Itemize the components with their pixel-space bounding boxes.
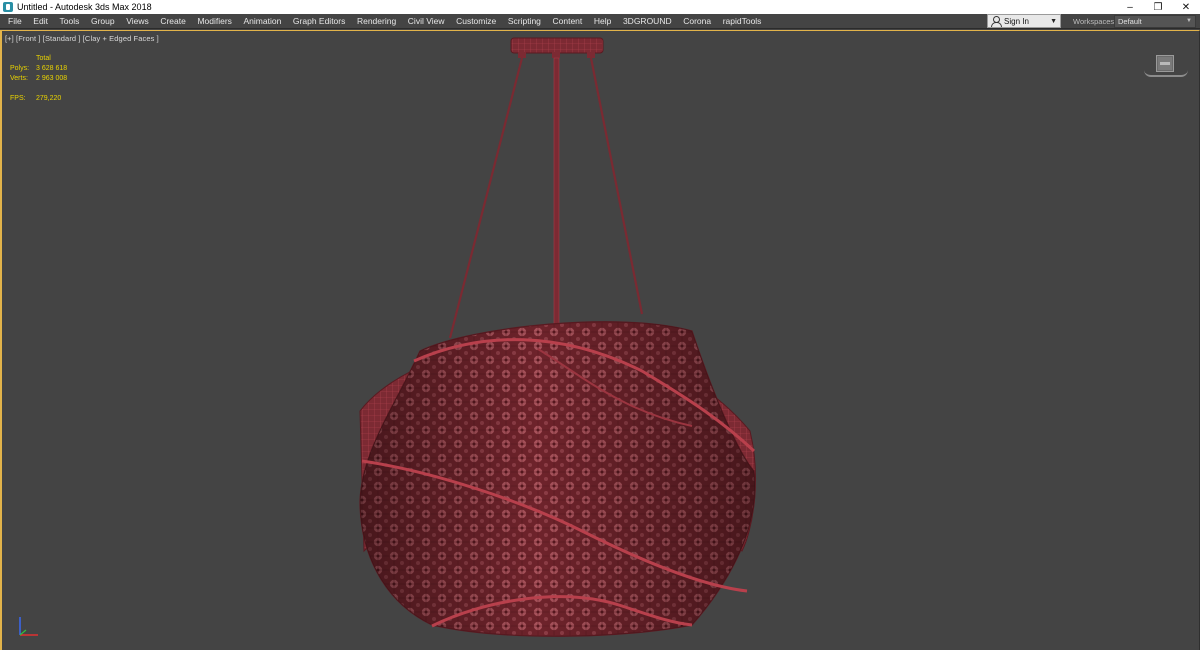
menu-bar: File Edit Tools Group Views Create Modifiers An… xyxy=(0,14,1200,29)
canopy-hook-left[interactable] xyxy=(518,52,526,58)
menu-item-edit[interactable]: Edit xyxy=(28,14,54,29)
axis-tripod-icon xyxy=(19,617,38,636)
menu-item-graph-editors[interactable]: Graph Editors xyxy=(287,14,351,29)
chevron-down-icon: ▼ xyxy=(1050,17,1057,25)
menu-item-create[interactable]: Create xyxy=(155,14,192,29)
user-icon xyxy=(990,15,1002,27)
menu-item-civil-view[interactable]: Civil View xyxy=(402,14,450,29)
menu-item-modifiers[interactable]: Modifiers xyxy=(192,14,238,29)
menu-item-help[interactable]: Help xyxy=(588,14,617,29)
workspaces-value: Default xyxy=(1118,17,1142,26)
menu-item-views[interactable]: Views xyxy=(120,14,154,29)
chevron-down-icon: ▼ xyxy=(1186,18,1192,24)
minimize-button[interactable]: – xyxy=(1116,0,1144,14)
menu-item-animation[interactable]: Animation xyxy=(238,14,287,29)
menu-item-content[interactable]: Content xyxy=(547,14,588,29)
canopy-hook-right[interactable] xyxy=(587,52,595,58)
pendant-lamp-model[interactable] xyxy=(2,31,1199,650)
menu-item-file[interactable]: File xyxy=(0,14,28,29)
workspaces-select[interactable]: Default ▼ xyxy=(1114,15,1196,28)
app-logo-icon xyxy=(3,2,13,12)
lamp-shade-shading xyxy=(360,321,756,637)
suspension-cable-left[interactable] xyxy=(448,57,524,339)
center-rod[interactable] xyxy=(553,57,560,339)
suspension-cable-right[interactable] xyxy=(589,57,644,315)
menu-item-customize[interactable]: Customize xyxy=(450,14,502,29)
sign-in-dropdown[interactable]: Sign In ▼ xyxy=(987,14,1061,28)
close-button[interactable]: ✕ xyxy=(1172,0,1200,14)
menu-item-rapidtools[interactable]: rapidTools xyxy=(717,14,767,29)
title-bar: Untitled - Autodesk 3ds Max 2018 – ❐ ✕ xyxy=(0,0,1200,14)
menu-item-corona[interactable]: Corona xyxy=(677,14,716,29)
window-controls: – ❐ ✕ xyxy=(1116,0,1200,14)
menu-item-group[interactable]: Group xyxy=(85,14,120,29)
sign-in-label: Sign In xyxy=(1004,16,1029,26)
menu-item-tools[interactable]: Tools xyxy=(54,14,85,29)
menu-item-scripting[interactable]: Scripting xyxy=(502,14,547,29)
restore-button[interactable]: ❐ xyxy=(1144,0,1172,14)
menu-item-3dground[interactable]: 3DGROUND xyxy=(617,14,677,29)
front-viewport[interactable]: [+] [Front ] [Standard ] [Clay + Edged F… xyxy=(0,30,1200,650)
canopy-hook-center[interactable] xyxy=(552,52,560,58)
menu-items: File Edit Tools Group Views Create Modifiers An… xyxy=(0,14,767,29)
menu-item-rendering[interactable]: Rendering xyxy=(351,14,402,29)
workspaces-label: Workspaces: xyxy=(1073,17,1117,26)
ceiling-canopy[interactable] xyxy=(510,37,604,54)
window-title: Untitled - Autodesk 3ds Max 2018 xyxy=(17,2,152,12)
